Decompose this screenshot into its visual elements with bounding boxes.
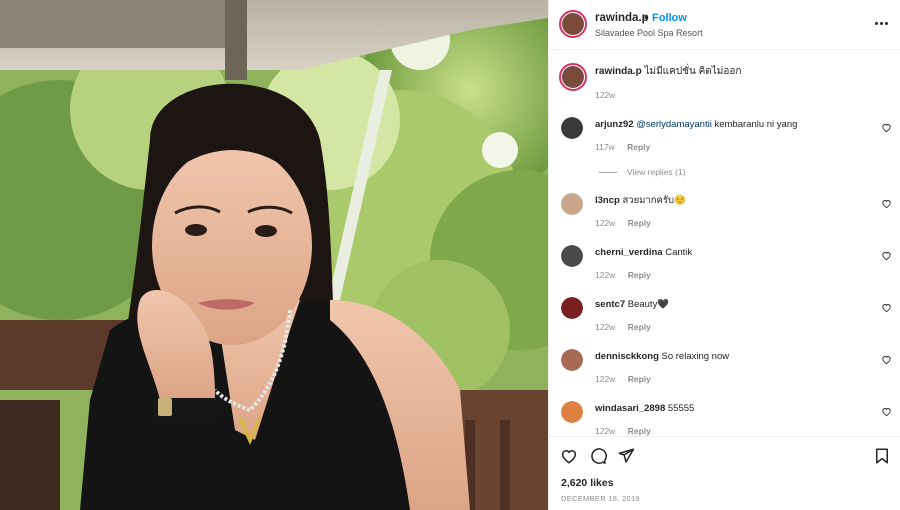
comment-text: windasari_2898 55555 [595, 403, 694, 415]
commenter-avatar[interactable] [561, 193, 583, 215]
author-avatar[interactable] [559, 10, 587, 38]
post-actions: 2,620 likes DECEMBER 18, 2019 [549, 436, 900, 510]
comment-text: arjunz92 @serlydamayantii kembaranlu ni … [595, 119, 797, 131]
heart-icon[interactable] [881, 406, 892, 417]
commenter-avatar[interactable] [561, 297, 583, 319]
reply-button[interactable]: Reply [628, 218, 651, 228]
commenter-avatar[interactable] [561, 401, 583, 423]
reply-button[interactable]: Reply [628, 426, 651, 436]
comment-body: kembaranlu ni yang [711, 119, 798, 130]
caption-text: rawinda.p ไม่มีแคปชั่น คิดไม่ออก [595, 66, 741, 78]
comment-body: Beauty🖤 [625, 299, 670, 310]
caption-timestamp[interactable]: 122w [595, 90, 615, 100]
comment-timestamp[interactable]: 122w [595, 374, 615, 384]
heart-icon[interactable] [881, 354, 892, 365]
share-icon[interactable] [617, 447, 635, 465]
comment-meta: 122w Reply [595, 270, 651, 280]
post-side-panel: rawinda.p • Follow Silavadee Pool Spa Re… [548, 0, 900, 510]
comment-timestamp[interactable]: 117w [595, 142, 615, 152]
post-location[interactable]: Silavadee Pool Spa Resort [595, 28, 703, 38]
reply-button[interactable]: Reply [627, 142, 650, 152]
comment-mention[interactable]: @serlydamayantii [636, 119, 712, 130]
post-photo-image [0, 0, 548, 510]
comment-meta: 122w Reply [595, 322, 651, 332]
comment-text: sentc7 Beauty🖤 [595, 299, 669, 311]
commenter-avatar[interactable] [561, 117, 583, 139]
comment-username[interactable]: windasari_2898 [595, 403, 665, 414]
comment-text: cherni_verdina Cantik [595, 247, 692, 259]
view-replies-button[interactable]: View replies (1) [599, 167, 685, 177]
separator-dot: • [644, 12, 648, 24]
post-header: rawinda.p • Follow Silavadee Pool Spa Re… [549, 0, 900, 50]
comment-icon[interactable] [589, 447, 607, 465]
caption-body: ไม่มีแคปชั่น คิดไม่ออก [644, 66, 742, 77]
comment-username[interactable]: sentc7 [595, 299, 625, 310]
comment-timestamp[interactable]: 122w [595, 426, 615, 436]
comment-username[interactable]: dennisckkong [595, 351, 659, 362]
caption-username[interactable]: rawinda.p [595, 66, 642, 77]
comment-timestamp[interactable]: 122w [595, 218, 615, 228]
reply-button[interactable]: Reply [628, 374, 651, 384]
commenter-avatar[interactable] [561, 349, 583, 371]
heart-icon[interactable] [881, 250, 892, 261]
comment-timestamp[interactable]: 122w [595, 322, 615, 332]
reply-button[interactable]: Reply [628, 270, 651, 280]
bookmark-icon[interactable] [873, 447, 891, 465]
comment-body: Cantik [662, 247, 693, 258]
heart-icon[interactable] [881, 122, 892, 133]
comment-meta: 122w Reply [595, 218, 651, 228]
comment-body: So relaxing now [658, 351, 730, 362]
comment-username[interactable]: arjunz92 [595, 119, 634, 130]
author-avatar[interactable] [559, 63, 587, 91]
commenter-avatar[interactable] [561, 245, 583, 267]
comment-meta: 117w Reply [595, 142, 650, 152]
caption-meta: 122w [595, 90, 615, 100]
more-options-icon[interactable] [875, 17, 889, 29]
comment-text: dennisckkong So relaxing now [595, 351, 729, 363]
post-photo[interactable] [0, 0, 548, 510]
author-username[interactable]: rawinda.p [595, 12, 649, 24]
reply-button[interactable]: Reply [628, 322, 651, 332]
follow-button[interactable]: Follow [652, 12, 687, 24]
comment-meta: 122w Reply [595, 426, 651, 436]
comment-text: l3ncp สวยมากครับ☺️ [595, 195, 686, 207]
likes-count[interactable]: 2,620 likes [561, 477, 614, 489]
comment-username[interactable]: cherni_verdina [595, 247, 663, 258]
heart-icon[interactable] [560, 447, 578, 465]
comment-meta: 122w Reply [595, 374, 651, 384]
heart-icon[interactable] [881, 198, 892, 209]
post-date: DECEMBER 18, 2019 [561, 494, 640, 503]
comment-body: สวยมากครับ☺️ [619, 195, 686, 206]
comment-timestamp[interactable]: 122w [595, 270, 615, 280]
comments-list[interactable]: rawinda.p ไม่มีแคปชั่น คิดไม่ออก 122w ar… [549, 51, 900, 436]
comment-body: 55555 [665, 403, 695, 414]
heart-icon[interactable] [881, 302, 892, 313]
comment-username[interactable]: l3ncp [595, 195, 620, 206]
